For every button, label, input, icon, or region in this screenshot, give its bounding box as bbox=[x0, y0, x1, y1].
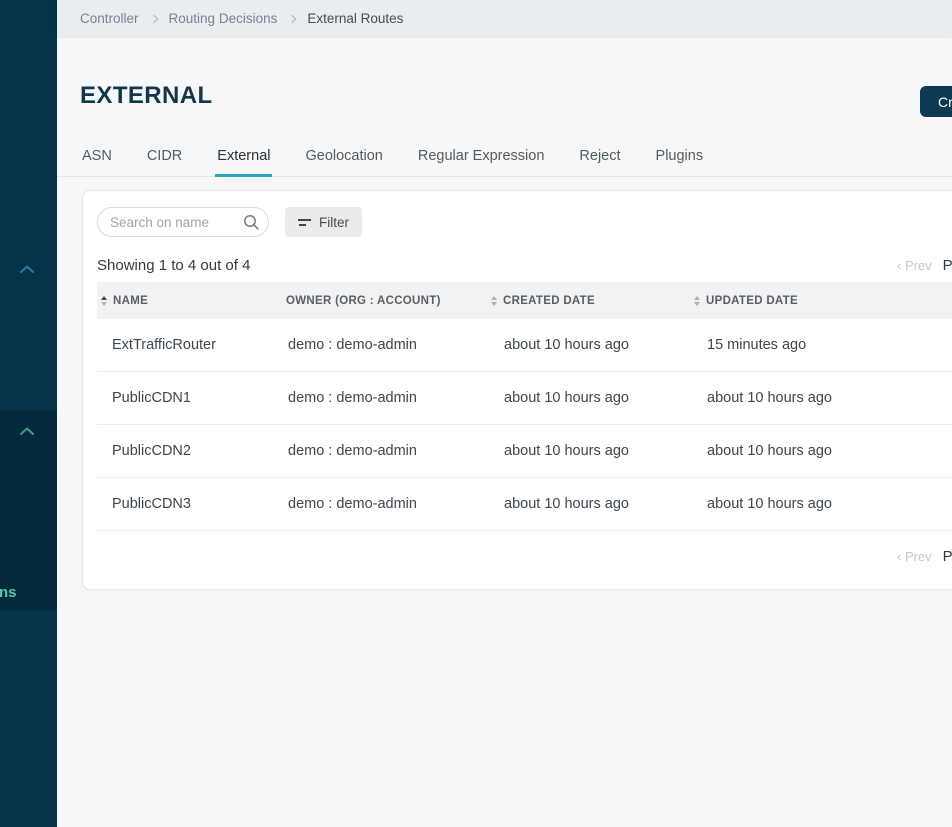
route-name[interactable]: PublicCDN2 bbox=[97, 443, 285, 459]
prev-page-button[interactable]: ‹ Prev bbox=[897, 258, 932, 273]
route-owner: demo : demo-admin bbox=[285, 390, 491, 406]
route-created: about 10 hours ago bbox=[491, 496, 694, 512]
main-content: EXTERNAL Create ASN CIDR External Geoloc… bbox=[57, 36, 952, 827]
collapse-chevron-up-icon[interactable] bbox=[19, 261, 35, 279]
table-row[interactable]: PublicCDN1 demo : demo-admin about 10 ho… bbox=[97, 372, 952, 425]
route-updated: about 10 hours ago bbox=[694, 496, 952, 512]
tab-bar: ASN CIDR External Geolocation Regular Ex… bbox=[57, 144, 952, 177]
search-input[interactable] bbox=[97, 207, 269, 237]
tab-geolocation[interactable]: Geolocation bbox=[303, 144, 384, 177]
tab-regular-expression[interactable]: Regular Expression bbox=[416, 144, 547, 177]
table-row[interactable]: PublicCDN3 demo : demo-admin about 10 ho… bbox=[97, 478, 952, 531]
table-row[interactable]: PublicCDN2 demo : demo-admin about 10 ho… bbox=[97, 425, 952, 478]
collapse-chevron-up-icon[interactable] bbox=[19, 423, 35, 441]
page-label: Page bbox=[943, 548, 952, 565]
tab-asn[interactable]: ASN bbox=[80, 144, 114, 177]
column-header-owner: OWNER (ORG : ACCOUNT) bbox=[285, 295, 491, 307]
route-name[interactable]: PublicCDN1 bbox=[97, 390, 285, 406]
route-owner: demo : demo-admin bbox=[285, 337, 491, 353]
route-owner: demo : demo-admin bbox=[285, 443, 491, 459]
app-screen: ns Controller Routing Decisions External… bbox=[0, 0, 952, 827]
routes-card: Filter Showing 1 to 4 out of 4 ‹ Prev Pa… bbox=[82, 190, 952, 590]
page-title: EXTERNAL bbox=[80, 82, 213, 110]
chevron-right-icon bbox=[288, 14, 296, 22]
tab-external[interactable]: External bbox=[215, 144, 272, 177]
filter-icon bbox=[298, 219, 311, 226]
breadcrumb-item-routing-decisions[interactable]: Routing Decisions bbox=[169, 11, 278, 26]
sort-icon[interactable] bbox=[694, 296, 700, 306]
route-name[interactable]: ExtTrafficRouter bbox=[97, 337, 285, 353]
route-created: about 10 hours ago bbox=[491, 443, 694, 459]
create-button[interactable]: Create bbox=[920, 86, 952, 117]
breadcrumb-item-controller[interactable]: Controller bbox=[80, 11, 139, 26]
column-header-name[interactable]: NAME bbox=[97, 295, 285, 307]
tab-plugins[interactable]: Plugins bbox=[654, 144, 706, 177]
route-created: about 10 hours ago bbox=[491, 337, 694, 353]
page-label: Page bbox=[943, 257, 952, 274]
sort-ascending-icon[interactable] bbox=[101, 296, 107, 306]
table-row[interactable]: ExtTrafficRouter demo : demo-admin about… bbox=[97, 319, 952, 372]
route-name[interactable]: PublicCDN3 bbox=[97, 496, 285, 512]
breadcrumb: Controller Routing Decisions External Ro… bbox=[57, 0, 952, 36]
column-header-created-date[interactable]: CREATED DATE bbox=[491, 295, 694, 307]
sidebar: ns bbox=[0, 0, 57, 827]
column-header-updated-date[interactable]: UPDATED DATE bbox=[694, 295, 952, 307]
sidebar-active-item-label[interactable]: ns bbox=[0, 584, 17, 601]
routes-table: NAME OWNER (ORG : ACCOUNT) CREATED DATE … bbox=[97, 282, 952, 531]
pagination-top: ‹ Prev Page bbox=[897, 257, 952, 274]
tab-cidr[interactable]: CIDR bbox=[145, 144, 184, 177]
route-updated: about 10 hours ago bbox=[694, 443, 952, 459]
filter-button-label: Filter bbox=[319, 215, 349, 230]
results-summary: Showing 1 to 4 out of 4 bbox=[97, 257, 250, 274]
chevron-right-icon bbox=[149, 14, 157, 22]
route-updated: 15 minutes ago bbox=[694, 337, 952, 353]
route-created: about 10 hours ago bbox=[491, 390, 694, 406]
prev-page-button[interactable]: ‹ Prev bbox=[897, 549, 932, 564]
table-header-row: NAME OWNER (ORG : ACCOUNT) CREATED DATE … bbox=[97, 282, 952, 319]
route-updated: about 10 hours ago bbox=[694, 390, 952, 406]
filter-button[interactable]: Filter bbox=[285, 207, 362, 237]
tab-reject[interactable]: Reject bbox=[577, 144, 622, 177]
pagination-bottom: ‹ Prev Page bbox=[897, 548, 952, 565]
route-owner: demo : demo-admin bbox=[285, 496, 491, 512]
search-field bbox=[97, 207, 269, 237]
breadcrumb-item-external-routes: External Routes bbox=[307, 11, 403, 26]
sort-icon[interactable] bbox=[491, 296, 497, 306]
